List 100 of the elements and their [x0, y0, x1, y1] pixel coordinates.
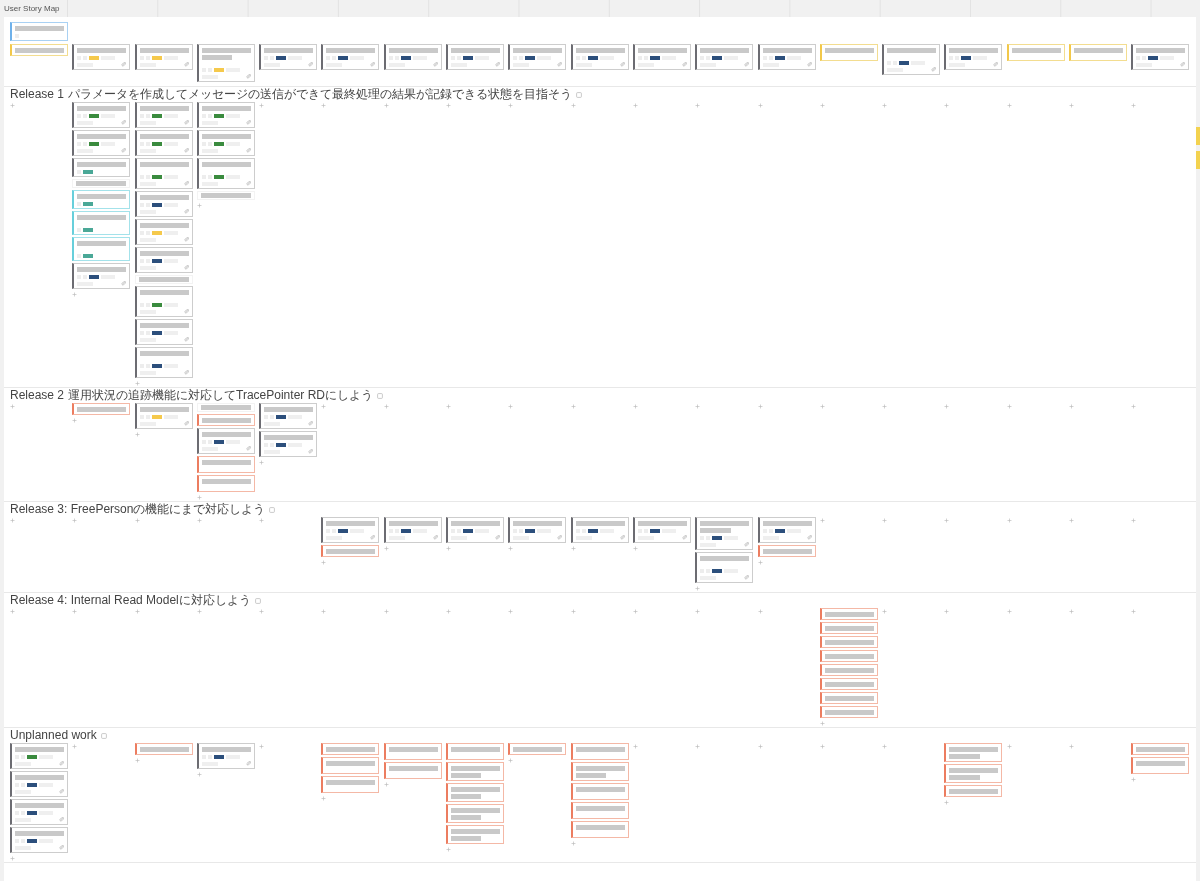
plus-icon[interactable]: [1006, 609, 1012, 614]
note-card[interactable]: [819, 622, 878, 634]
plus-icon[interactable]: [1131, 103, 1137, 108]
plus-icon[interactable]: [259, 103, 265, 108]
story-card[interactable]: [134, 347, 193, 378]
plus-icon[interactable]: [259, 744, 265, 749]
story-card[interactable]: [632, 517, 691, 543]
story-card[interactable]: [321, 44, 380, 70]
story-card[interactable]: [72, 263, 131, 289]
story-card[interactable]: [944, 44, 1003, 70]
note-card[interactable]: [446, 783, 505, 802]
plus-icon[interactable]: [196, 203, 202, 208]
plus-icon[interactable]: [1006, 518, 1012, 523]
story-card[interactable]: [632, 44, 691, 70]
plus-icon[interactable]: [632, 744, 638, 749]
note-card[interactable]: [1131, 757, 1190, 774]
plus-icon[interactable]: [570, 546, 576, 551]
story-card[interactable]: [882, 44, 941, 75]
plus-icon[interactable]: [1131, 777, 1137, 782]
plus-icon[interactable]: [383, 782, 389, 787]
note-card[interactable]: [1131, 743, 1190, 755]
plus-icon[interactable]: [72, 418, 78, 423]
plus-icon[interactable]: [695, 404, 701, 409]
note-card[interactable]: [321, 743, 380, 755]
plus-icon[interactable]: [134, 609, 140, 614]
plus-icon[interactable]: [321, 609, 327, 614]
plus-icon[interactable]: [1006, 744, 1012, 749]
story-card[interactable]: [695, 44, 754, 70]
note-card[interactable]: [944, 785, 1003, 797]
story-card[interactable]: [196, 102, 255, 128]
plus-icon[interactable]: [757, 560, 763, 565]
note-card[interactable]: [446, 825, 505, 844]
note-card[interactable]: [383, 743, 442, 760]
plus-icon[interactable]: [10, 856, 15, 861]
plus-icon[interactable]: [757, 609, 763, 614]
plus-icon[interactable]: [570, 609, 576, 614]
plus-icon[interactable]: [259, 518, 265, 523]
plus-icon[interactable]: [1131, 609, 1137, 614]
story-card[interactable]: [134, 219, 193, 245]
plus-icon[interactable]: [383, 404, 389, 409]
plus-icon[interactable]: [1069, 744, 1075, 749]
story-card[interactable]: [570, 44, 629, 70]
plus-icon[interactable]: [1069, 103, 1075, 108]
plus-icon[interactable]: [508, 404, 514, 409]
plus-icon[interactable]: [570, 404, 576, 409]
story-card[interactable]: [134, 286, 193, 317]
story-card[interactable]: [10, 827, 68, 853]
plus-icon[interactable]: [632, 546, 638, 551]
goal-card[interactable]: [10, 22, 68, 41]
note-card[interactable]: [446, 804, 505, 823]
plus-icon[interactable]: [1006, 404, 1012, 409]
plus-icon[interactable]: [508, 609, 514, 614]
plus-icon[interactable]: [757, 404, 763, 409]
story-card[interactable]: [72, 44, 131, 70]
plus-icon[interactable]: [259, 609, 265, 614]
plus-icon[interactable]: [10, 103, 15, 108]
story-card[interactable]: [134, 247, 193, 273]
plus-icon[interactable]: [944, 103, 950, 108]
note-card[interactable]: [819, 664, 878, 676]
plus-icon[interactable]: [321, 796, 327, 801]
plus-icon[interactable]: [383, 546, 389, 551]
story-card[interactable]: [134, 158, 193, 189]
plus-icon[interactable]: [944, 404, 950, 409]
note-card[interactable]: [321, 757, 380, 774]
story-card[interactable]: [1131, 44, 1190, 70]
plus-icon[interactable]: [944, 609, 950, 614]
story-card[interactable]: [10, 771, 68, 797]
plus-icon[interactable]: [882, 744, 888, 749]
story-card[interactable]: [134, 403, 193, 429]
story-card[interactable]: [757, 44, 816, 70]
story-card[interactable]: [446, 517, 505, 543]
note-card[interactable]: [570, 783, 629, 800]
story-card[interactable]: [695, 517, 754, 550]
plus-icon[interactable]: [1069, 518, 1075, 523]
story-card[interactable]: [72, 130, 131, 156]
story-card[interactable]: [134, 44, 193, 70]
plus-icon[interactable]: [1069, 609, 1075, 614]
sticky-note[interactable]: [1196, 127, 1200, 145]
note-card[interactable]: [570, 821, 629, 838]
story-card[interactable]: [134, 319, 193, 345]
note-card[interactable]: [944, 764, 1003, 783]
plus-icon[interactable]: [321, 560, 327, 565]
note-card[interactable]: [72, 403, 131, 415]
story-card[interactable]: [383, 44, 442, 70]
plus-icon[interactable]: [134, 381, 140, 386]
plus-icon[interactable]: [757, 744, 763, 749]
plus-icon[interactable]: [819, 518, 825, 523]
plus-icon[interactable]: [1131, 404, 1137, 409]
story-card[interactable]: [134, 102, 193, 128]
plus-icon[interactable]: [632, 609, 638, 614]
plus-icon[interactable]: [321, 103, 327, 108]
note-card[interactable]: [196, 475, 255, 492]
story-card[interactable]: [196, 743, 255, 769]
plus-icon[interactable]: [10, 404, 15, 409]
plus-icon[interactable]: [508, 546, 514, 551]
plus-icon[interactable]: [819, 721, 825, 726]
plus-icon[interactable]: [632, 404, 638, 409]
note-card[interactable]: [446, 762, 505, 781]
plus-icon[interactable]: [882, 103, 888, 108]
story-card[interactable]: [196, 44, 255, 82]
